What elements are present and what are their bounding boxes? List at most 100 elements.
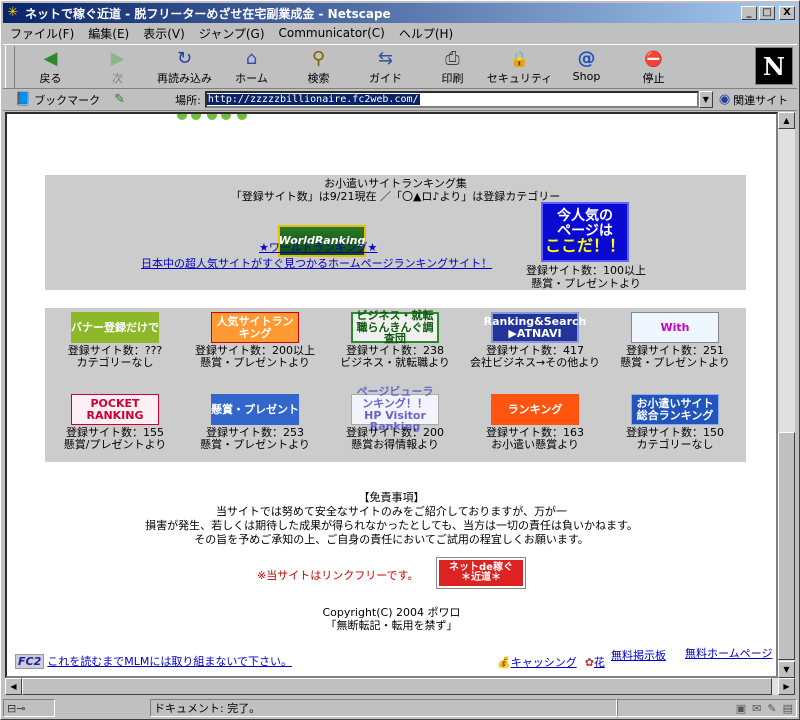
related-label: 関連サイト: [733, 93, 789, 107]
copyright-line1: Copyright(C) 2004 ポワロ: [322, 606, 461, 619]
related-sites-button[interactable]: ◉ 関連サイト: [719, 92, 788, 108]
menu-view[interactable]: 表示(V): [136, 25, 192, 42]
guide-button[interactable]: ⇆ ガイド: [352, 45, 419, 87]
fc2-logo[interactable]: FC2: [15, 653, 45, 669]
stop-button[interactable]: ⛔ 停止: [620, 45, 687, 87]
free-homepage-link[interactable]: 無料ホームページ: [685, 647, 773, 660]
scroll-up-button[interactable]: ▲: [778, 112, 795, 129]
forward-label: 次: [112, 72, 123, 85]
page-proxy-icon[interactable]: ✎: [114, 92, 125, 107]
maximize-button[interactable]: □: [759, 6, 775, 20]
page-content: お小遣いサイトランキング集 「登録サイト数」は9/21現在 ／「〇▲ロ♪より」は…: [5, 112, 778, 678]
status-bar: ⊟⊸ ドキュメント: 完了。 ▣ ✉ ✎ ▤: [3, 698, 797, 718]
popular-banner-line3: ここだ！！: [544, 236, 625, 256]
minimize-button[interactable]: _: [741, 6, 757, 20]
security-button[interactable]: 🔒 セキュリティ: [486, 45, 553, 87]
title-bar[interactable]: ✳ ネットで稼ぐ近道 - 脱フリーターめざせ在宅副業成金 - Netscape …: [3, 3, 797, 23]
popular-caption: 登録サイト数：100以上 懸賞・プレゼントより: [511, 264, 661, 290]
free-board-link[interactable]: 無料掲示板: [611, 647, 666, 663]
url-text[interactable]: http://zzzzzbillionaire.fc2web.com/: [206, 94, 420, 105]
menu-help[interactable]: ヘルプ(H): [392, 25, 460, 42]
menu-edit[interactable]: 編集(E): [81, 25, 136, 42]
stop-label: 停止: [642, 72, 665, 85]
ranking-category: お小遣い懸賞より: [491, 438, 579, 451]
popular-page-banner[interactable]: 今人気の ページは ここだ！！: [541, 202, 629, 262]
browser-window: ✳ ネットで稼ぐ近道 - 脱フリーターめざせ在宅副業成金 - Netscape …: [0, 0, 800, 720]
composer-icon[interactable]: ✎: [767, 702, 776, 715]
ranking-banner[interactable]: ページビューランキング！！ HP Visitor Ranking: [351, 386, 439, 432]
ranking-category: 会社ビジネス→その他より: [470, 356, 600, 369]
ranking-banner[interactable]: Ranking&Search ▶ATNAVI: [484, 312, 586, 343]
flower-link[interactable]: 花: [594, 654, 605, 670]
news-icon[interactable]: ▤: [783, 702, 793, 715]
ranking-banner[interactable]: ランキング: [491, 394, 579, 425]
ranking-banner[interactable]: POCKET RANKING: [71, 394, 159, 425]
forward-button[interactable]: ▶ 次: [84, 45, 151, 87]
ranking-banner[interactable]: 人気サイトランキング: [211, 312, 299, 343]
vertical-scroll-thumb[interactable]: [778, 432, 795, 660]
ranking-grid-panel: バナー登録だけで 登録サイト数：??? カテゴリーなし 人気サイトランキング 登…: [45, 308, 746, 462]
menu-go[interactable]: ジャンプ(G): [192, 25, 272, 42]
worldranking-sub-link[interactable]: 日本中の超人気サイトがすぐ見つかるホームページランキングサイト！: [141, 255, 492, 271]
shop-label: Shop: [572, 70, 601, 83]
ranking-category: 懸賞お得情報より: [351, 438, 439, 451]
ranking-category: 懸賞・プレゼントより: [200, 438, 310, 451]
scroll-right-button[interactable]: ▶: [778, 678, 795, 695]
url-field[interactable]: http://zzzzzbillionaire.fc2web.com/: [204, 91, 699, 108]
toolbar-grip[interactable]: [5, 46, 15, 88]
ranking-category: カテゴリーなし: [76, 356, 154, 369]
ranking-cell: ランキング 登録サイト数：163 お小遣い懸賞より: [465, 394, 605, 451]
money-bag-icon: 💰: [497, 655, 511, 669]
horizontal-scroll-thumb[interactable]: [22, 678, 772, 695]
mlm-link[interactable]: これを読むまでMLMには取り組まないで下さい。: [47, 653, 292, 669]
popular-category: 懸賞・プレゼントより: [531, 277, 641, 290]
horizontal-scrollbar[interactable]: ◀ ▶: [5, 678, 795, 695]
reload-label: 再読み込み: [157, 72, 212, 85]
ranking-cell: With 登録サイト数：251 懸賞・プレゼントより: [605, 312, 745, 369]
close-button[interactable]: X: [779, 6, 795, 20]
ranking-banner[interactable]: お小遣いサイト総合ランキング: [631, 394, 719, 425]
ranking-banner[interactable]: 懸賞・プレゼント: [211, 394, 299, 425]
back-button[interactable]: ◀ 戻る: [17, 45, 84, 87]
caching-link[interactable]: キャッシング: [511, 654, 577, 670]
menu-file[interactable]: ファイル(F): [3, 25, 81, 42]
reload-icon: ↻: [176, 48, 193, 69]
disclaimer: 【免責事項】 当サイトでは努めて安全なサイトのみをご紹介しておりますが、万が一 …: [7, 491, 776, 547]
ranking-cell: 人気サイトランキング 登録サイト数：200以上 懸賞・プレゼントより: [185, 312, 325, 369]
copyright-line2: 「無断転記・転用を禁ず」: [325, 619, 458, 632]
forward-arrow-icon: ▶: [110, 48, 125, 69]
vertical-scrollbar[interactable]: ▲ ▼: [778, 112, 795, 678]
url-dropdown-button[interactable]: ▼: [698, 91, 713, 108]
ranking-cell: バナー登録だけで 登録サイト数：??? カテゴリーなし: [45, 312, 185, 369]
print-button[interactable]: ⎙ 印刷: [419, 45, 486, 87]
flower-icon: ✿: [584, 655, 594, 669]
print-label: 印刷: [441, 72, 464, 85]
search-button[interactable]: ⚲ 検索: [285, 45, 352, 87]
reload-button[interactable]: ↻ 再読み込み: [151, 45, 218, 87]
shop-button[interactable]: @ Shop: [553, 45, 620, 87]
bookmark-icon: 📘: [15, 92, 32, 107]
scroll-left-button[interactable]: ◀: [5, 678, 22, 695]
guide-icon: ⇆: [377, 48, 394, 69]
navigator-icon[interactable]: ▣: [736, 702, 746, 715]
ranking-cell: Ranking&Search ▶ATNAVI 登録サイト数：417 会社ビジネス…: [465, 312, 605, 369]
scroll-down-button[interactable]: ▼: [778, 661, 795, 678]
worldranking-link[interactable]: ★ワールドランキング★: [259, 239, 377, 255]
site-banner[interactable]: ネットde稼ぐ ＊近道＊: [436, 557, 526, 589]
mail-icon[interactable]: ✉: [752, 702, 761, 715]
link-free-text: ※当サイトはリンクフリーです。: [257, 569, 419, 582]
ranking-banner[interactable]: バナー登録だけで: [71, 312, 159, 343]
home-button[interactable]: ⌂ ホーム: [218, 45, 285, 87]
netscape-logo[interactable]: N: [755, 47, 793, 85]
ranking-category: ビジネス・就転職より: [340, 356, 450, 369]
bookmarks-button[interactable]: 📘 ブックマーク: [15, 92, 100, 108]
ranking-cell: 懸賞・プレゼント 登録サイト数：253 懸賞・プレゼントより: [185, 394, 325, 451]
ranking-banner[interactable]: With: [631, 312, 719, 343]
ranking-banner[interactable]: ビジネス・就転職らんきんぐ調査団: [351, 310, 439, 345]
back-arrow-icon: ◀: [43, 48, 58, 69]
home-icon: ⌂: [245, 48, 258, 69]
location-label: 場所:: [175, 93, 201, 107]
menu-communicator[interactable]: Communicator(C): [272, 26, 392, 40]
connection-status[interactable]: ⊟⊸: [3, 699, 55, 717]
back-label: 戻る: [39, 72, 62, 85]
